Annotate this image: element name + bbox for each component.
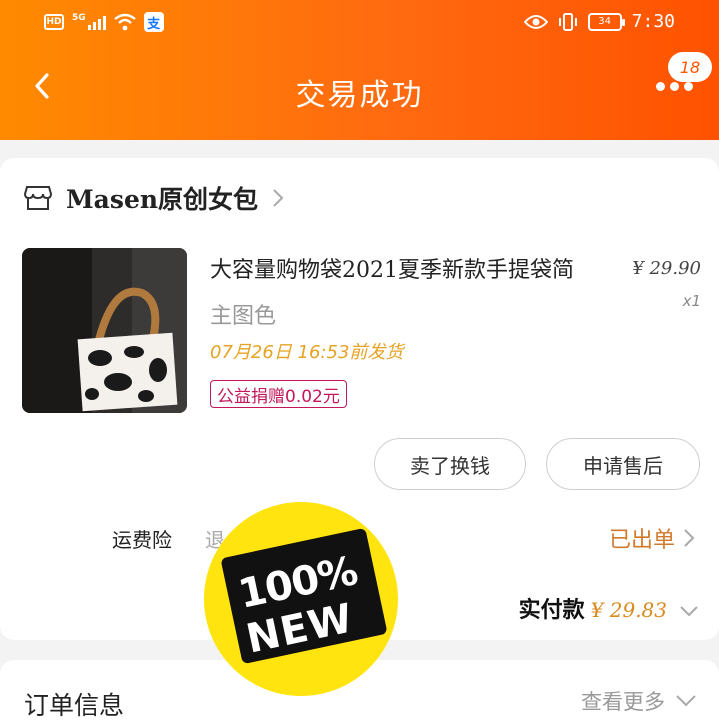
- chevron-down-icon: [676, 695, 696, 707]
- insurance-status: 已出单: [608, 528, 675, 553]
- shop-name: Masen原创女包: [66, 185, 259, 214]
- shop-icon: [24, 186, 52, 210]
- page-title: 交易成功: [295, 78, 424, 113]
- paid-amount: ¥ 29.83: [590, 598, 667, 622]
- more-menu-icon[interactable]: [656, 82, 693, 91]
- product-image[interactable]: [22, 248, 187, 413]
- battery-icon: 34: [587, 12, 625, 31]
- product-spec: 主图色: [210, 304, 277, 329]
- insurance-label: 运费险: [112, 528, 172, 552]
- signal-icon: [87, 14, 106, 30]
- paid-label: 实付款: [518, 598, 585, 623]
- message-count-badge[interactable]: 18: [668, 52, 712, 82]
- new-condition-sticker: 100% NEW: [204, 502, 398, 696]
- chevron-right-icon: [684, 529, 695, 547]
- view-more-label: 查看更多: [581, 690, 665, 714]
- wifi-icon: [113, 13, 136, 31]
- alipay-icon: 支: [143, 12, 164, 32]
- network-label: 5G: [72, 13, 86, 23]
- chevron-down-icon: [680, 606, 698, 617]
- product-quantity: x1: [682, 292, 701, 310]
- header-bar: HD 5G 支 34 7:30 交易成功 18: [0, 0, 719, 140]
- shop-link[interactable]: Masen原创女包: [24, 180, 284, 216]
- sell-button[interactable]: 卖了换钱: [374, 438, 526, 490]
- clock: 7:30: [631, 11, 675, 32]
- insurance-status-link[interactable]: 已出单: [609, 522, 695, 554]
- status-bar: HD 5G 支 34 7:30: [0, 8, 719, 38]
- charity-badge: 公益捐赠0.02元: [210, 380, 347, 408]
- view-more-link[interactable]: 查看更多: [581, 686, 697, 716]
- payment-summary[interactable]: 实付款 ¥ 29.83: [519, 592, 699, 624]
- product-price: ¥ 29.90: [632, 258, 701, 279]
- after-sales-button[interactable]: 申请售后: [546, 438, 700, 490]
- chevron-right-icon: [273, 189, 284, 207]
- order-info-title: 订单信息: [24, 691, 125, 720]
- eye-icon: [523, 14, 548, 29]
- ship-deadline: 07月26日 16:53前发货: [210, 342, 404, 363]
- hd-icon: HD: [44, 14, 64, 30]
- vibrate-icon: [558, 12, 577, 31]
- product-title[interactable]: 大容量购物袋2021夏季新款手提袋简: [210, 252, 574, 284]
